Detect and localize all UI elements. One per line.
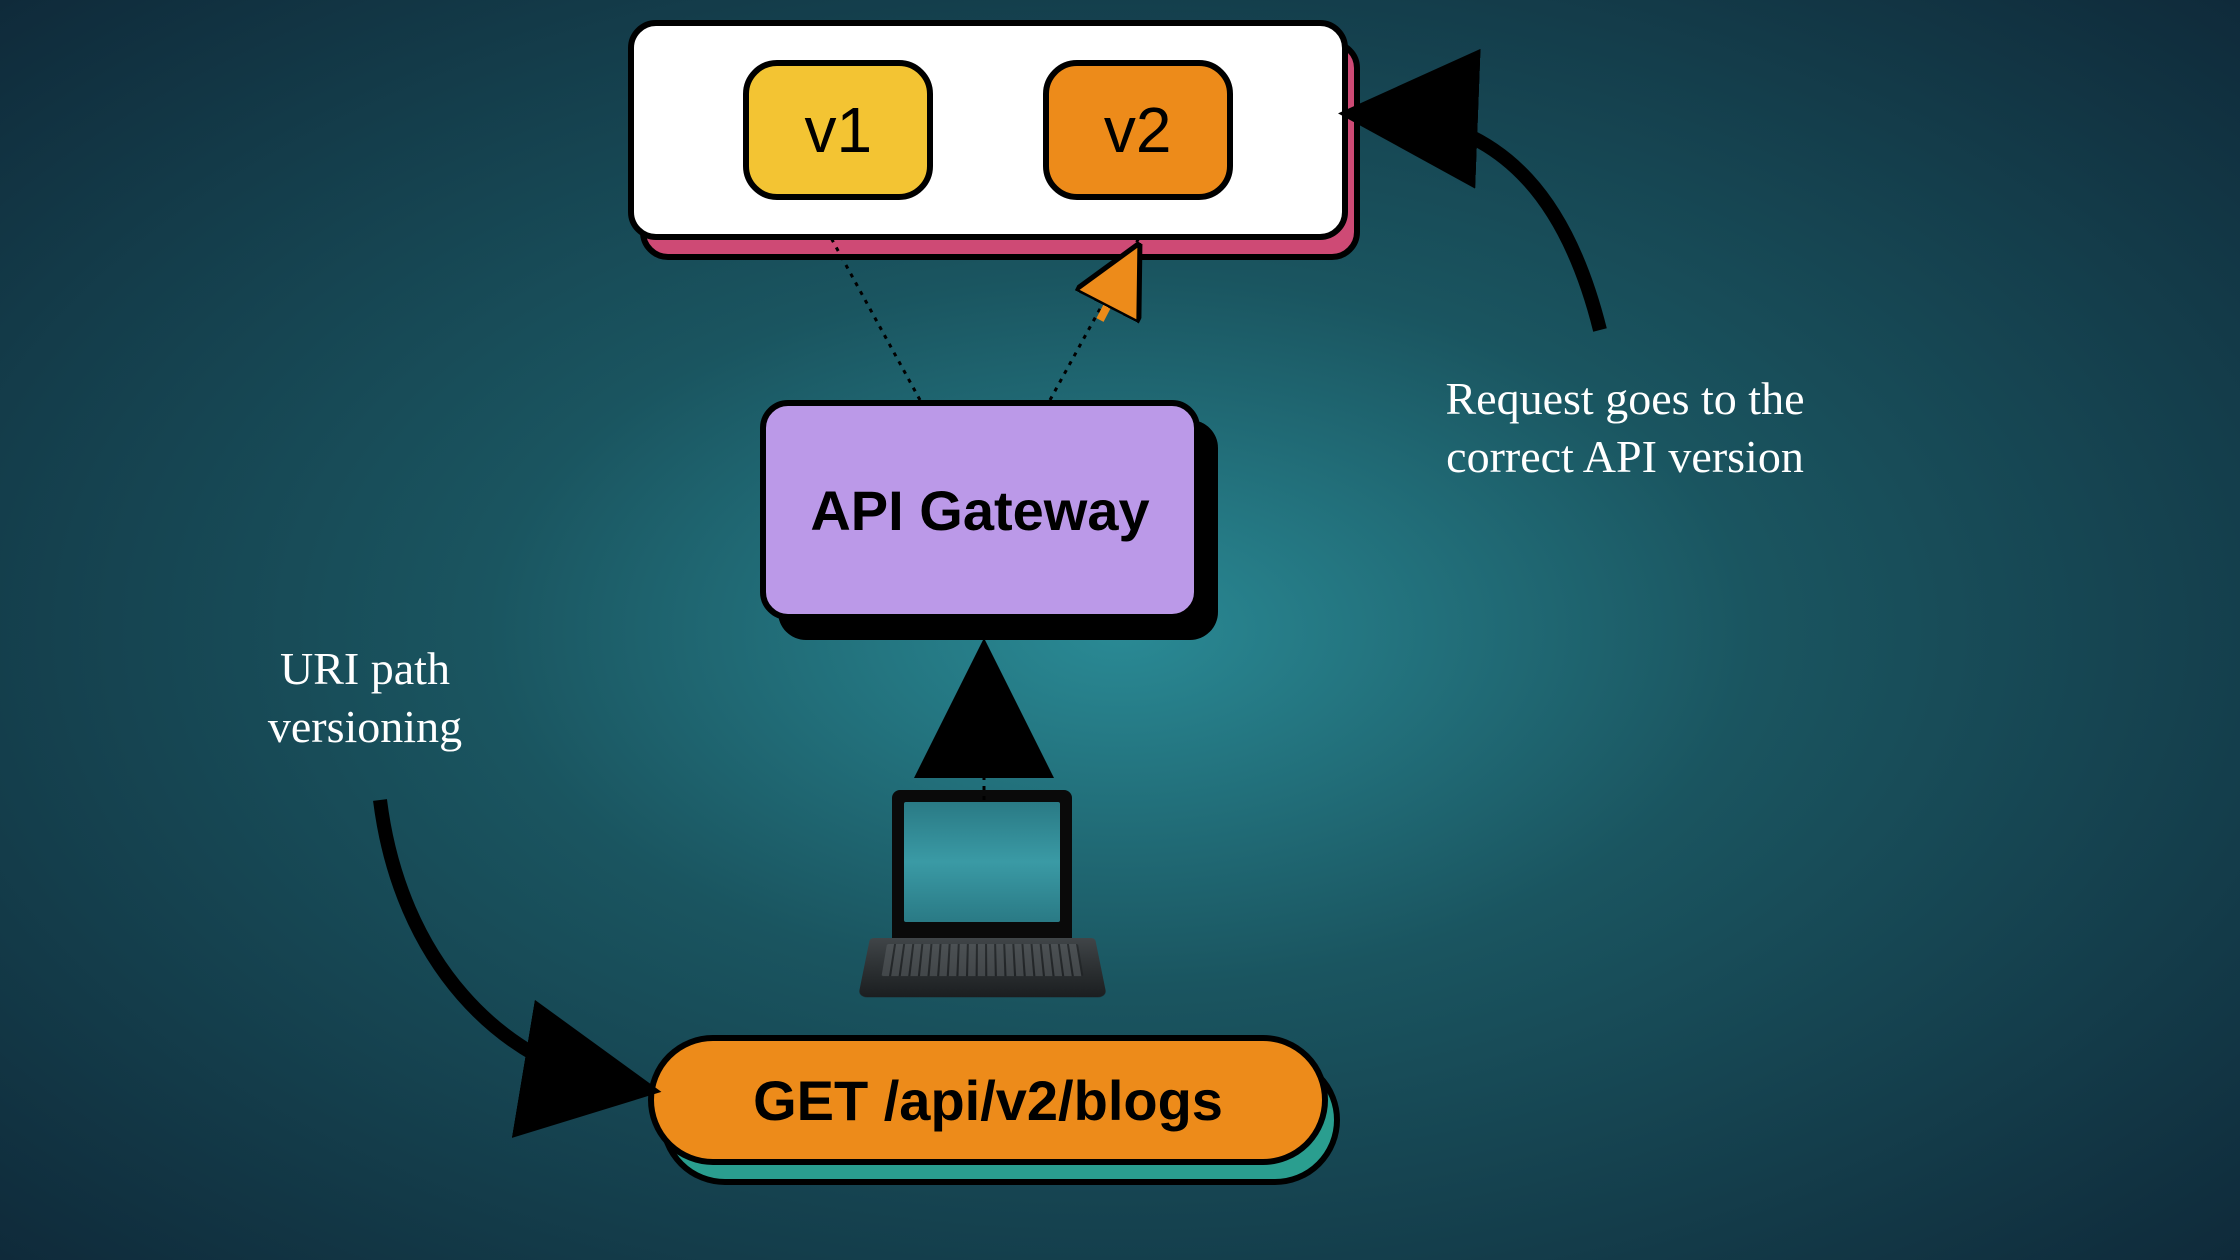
api-gateway-label: API Gateway bbox=[810, 478, 1149, 543]
request-pill: GET /api/v2/blogs bbox=[648, 1035, 1328, 1165]
version-v1-label: v1 bbox=[805, 93, 873, 167]
version-v2-label: v2 bbox=[1104, 93, 1172, 167]
versions-container: v1 v2 bbox=[628, 20, 1348, 240]
connector-gateway-to-v1 bbox=[830, 236, 920, 400]
api-gateway-box: API Gateway bbox=[760, 400, 1200, 620]
laptop-icon bbox=[870, 790, 1095, 1040]
laptop-keys bbox=[882, 944, 1084, 976]
request-label: GET /api/v2/blogs bbox=[753, 1068, 1223, 1133]
version-v1-chip: v1 bbox=[743, 60, 933, 200]
connector-gateway-to-v2 bbox=[1050, 236, 1140, 400]
arrow-annotation-left bbox=[380, 800, 620, 1085]
annotation-uri-path: URI path versioning bbox=[200, 640, 530, 755]
version-v2-chip: v2 bbox=[1043, 60, 1233, 200]
laptop-display bbox=[904, 802, 1060, 922]
arrow-gateway-to-v2 bbox=[1100, 262, 1130, 320]
laptop-screen bbox=[892, 790, 1072, 940]
laptop-keyboard-base bbox=[858, 938, 1107, 997]
arrow-annotation-right bbox=[1380, 115, 1600, 330]
annotation-correct-version: Request goes to the correct API version bbox=[1405, 370, 1845, 485]
